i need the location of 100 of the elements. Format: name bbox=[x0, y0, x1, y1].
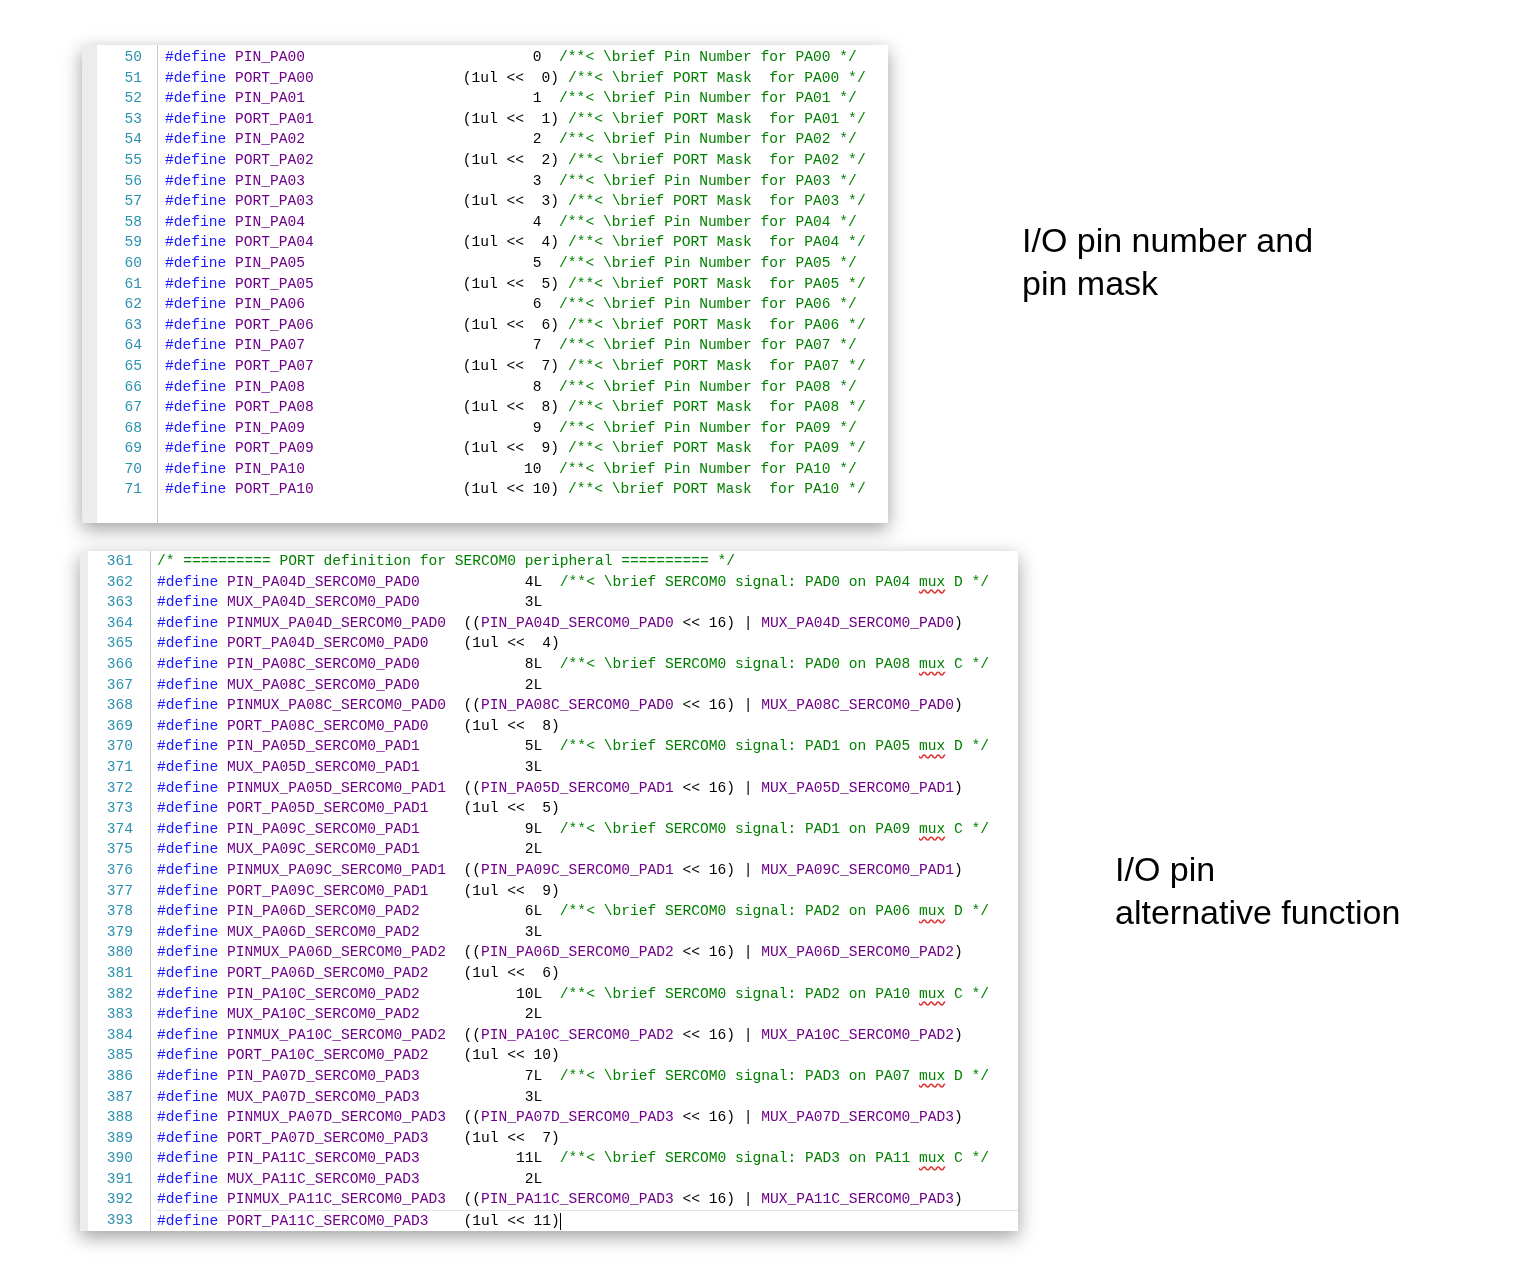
line-number: 373 bbox=[106, 799, 133, 819]
code-line: #define PORT_PA04D_SERCOM0_PAD0 (1ul << 4) bbox=[157, 634, 561, 654]
code-line: #define MUX_PA04D_SERCOM0_PAD0 3L bbox=[157, 593, 544, 613]
code-line: #define PORT_PA10 (1ul << 10) /**< \brief PORT Mask for PA10 */ bbox=[165, 480, 867, 500]
line-number: 371 bbox=[106, 758, 133, 777]
code-line: #define PIN_PA06 6 /**< \brief Pin Number for PA06 */ bbox=[165, 295, 858, 315]
line-number: 70 bbox=[124, 459, 142, 479]
code-line: #define PORT_PA00 (1ul << 0) /**< \brief PORT Mask for PA00 */ bbox=[165, 68, 867, 88]
code-line: #define PIN_PA00 0 /**< \brief Pin Number for PA00 */ bbox=[165, 48, 858, 67]
line-number: 393 bbox=[106, 1211, 133, 1231]
line-number: 364 bbox=[106, 613, 133, 633]
code-line: #define PIN_PA01 1 /**< \brief Pin Number for PA01 */ bbox=[165, 89, 858, 109]
annotation-text: I/O pin number and pin mask bbox=[1022, 220, 1314, 305]
code-line: #define PORT_PA08C_SERCOM0_PAD0 (1ul << 8) bbox=[157, 716, 561, 736]
code-line: #define PIN_PA11C_SERCOM0_PAD3 11L /**< \brief SERCOM0 signal: PAD3 on PA11 mux C */ bbox=[157, 1149, 990, 1169]
code-line: #define PINMUX_PA11C_SERCOM0_PAD3 ((PIN_PA11C_SERCOM0_PAD3 << 16) | MUX_PA11C_SERCOM0_PAD3) bbox=[157, 1190, 964, 1210]
code-line: #define PIN_PA09 9 /**< \brief Pin Number for PA09 */ bbox=[165, 418, 858, 438]
code-line: #define PORT_PA06 (1ul << 6) /**< \brief PORT Mask for PA06 */ bbox=[165, 315, 867, 335]
code-line: /* ========== PORT definition for SERCOM0 peripheral ========== */ bbox=[157, 552, 736, 572]
line-number: 55 bbox=[124, 150, 142, 170]
line-number: 363 bbox=[106, 593, 133, 613]
line-number: 58 bbox=[124, 212, 142, 232]
line-number: 62 bbox=[124, 295, 142, 315]
code-line: #define PIN_PA09C_SERCOM0_PAD1 9L /**< \brief SERCOM0 signal: PAD1 on PA09 mux C */ bbox=[157, 819, 990, 839]
code-line: #define PORT_PA03 (1ul << 3) /**< \brief PORT Mask for PA03 */ bbox=[165, 192, 867, 212]
line-number: 64 bbox=[124, 336, 142, 356]
line-number: 390 bbox=[106, 1149, 133, 1169]
line-number: 63 bbox=[124, 315, 142, 335]
code-line: #define PIN_PA08C_SERCOM0_PAD0 8L /**< \brief SERCOM0 signal: PAD0 on PA08 mux C */ bbox=[157, 655, 990, 675]
line-number: 71 bbox=[124, 480, 142, 500]
code-line: #define PORT_PA06D_SERCOM0_PAD2 (1ul << 6) bbox=[157, 963, 561, 983]
line-number: 52 bbox=[124, 89, 142, 109]
line-number: 368 bbox=[106, 696, 133, 716]
line-number: 369 bbox=[106, 716, 133, 736]
line-number: 65 bbox=[124, 356, 142, 376]
line-number: 59 bbox=[124, 233, 142, 253]
code-line: #define MUX_PA05D_SERCOM0_PAD1 3L bbox=[157, 758, 544, 777]
code-line: #define PIN_PA08 8 /**< \brief Pin Number for PA08 */ bbox=[165, 377, 858, 397]
code-line: #define PIN_PA06D_SERCOM0_PAD2 6L /**< \brief SERCOM0 signal: PAD2 on PA06 mux D */ bbox=[157, 902, 990, 922]
code-line: #define PIN_PA04 4 /**< \brief Pin Number for PA04 */ bbox=[165, 212, 858, 232]
code-line: #define PIN_PA04D_SERCOM0_PAD0 4L /**< \brief SERCOM0 signal: PAD0 on PA04 mux D */ bbox=[157, 572, 990, 592]
code-line: #define PINMUX_PA06D_SERCOM0_PAD2 ((PIN_PA06D_SERCOM0_PAD2 << 16) | MUX_PA06D_SERCOM0_PAD2) bbox=[157, 943, 964, 963]
code-line: #define PIN_PA10C_SERCOM0_PAD2 10L /**< \brief SERCOM0 signal: PAD2 on PA10 mux C */ bbox=[157, 984, 990, 1004]
code-line: #define PORT_PA11C_SERCOM0_PAD3 (1ul << 11) bbox=[157, 1210, 1018, 1231]
line-number: 382 bbox=[106, 984, 133, 1004]
code-line: #define MUX_PA09C_SERCOM0_PAD1 2L bbox=[157, 840, 544, 860]
line-number: 361 bbox=[106, 552, 133, 572]
code-line: #define PORT_PA09C_SERCOM0_PAD1 (1ul << 9) bbox=[157, 881, 561, 901]
code-line: #define PORT_PA05 (1ul << 5) /**< \brief PORT Mask for PA05 */ bbox=[165, 274, 867, 294]
annotation-text: I/O pin alternative function bbox=[1115, 848, 1401, 933]
line-number: 67 bbox=[124, 398, 142, 418]
code-line: #define PINMUX_PA05D_SERCOM0_PAD1 ((PIN_PA05D_SERCOM0_PAD1 << 16) | MUX_PA05D_SERCOM0_PAD1) bbox=[157, 778, 964, 798]
code-line: #define PORT_PA05D_SERCOM0_PAD1 (1ul << 5) bbox=[157, 799, 561, 819]
code-line: #define MUX_PA11C_SERCOM0_PAD3 2L bbox=[157, 1169, 544, 1189]
line-number: 54 bbox=[124, 130, 142, 150]
line-number: 383 bbox=[106, 1005, 133, 1025]
line-number: 381 bbox=[106, 963, 133, 983]
line-number: 66 bbox=[124, 377, 142, 397]
line-number: 379 bbox=[106, 922, 133, 942]
line-number: 376 bbox=[106, 860, 133, 880]
code-line: #define MUX_PA06D_SERCOM0_PAD2 3L bbox=[157, 922, 544, 942]
code-line: #define PIN_PA07D_SERCOM0_PAD3 7L /**< \brief SERCOM0 signal: PAD3 on PA07 mux D */ bbox=[157, 1066, 990, 1086]
line-number: 51 bbox=[124, 68, 142, 88]
code-line: #define PIN_PA07 7 /**< \brief Pin Number for PA07 */ bbox=[165, 336, 858, 356]
line-number: 377 bbox=[106, 881, 133, 901]
code-line: #define PIN_PA05D_SERCOM0_PAD1 5L /**< \brief SERCOM0 signal: PAD1 on PA05 mux D */ bbox=[157, 737, 990, 757]
code-line: #define PINMUX_PA08C_SERCOM0_PAD0 ((PIN_PA08C_SERCOM0_PAD0 << 16) | MUX_PA08C_SERCOM0_PAD0) bbox=[157, 696, 964, 716]
line-number: 389 bbox=[106, 1128, 133, 1148]
code-line: #define PIN_PA05 5 /**< \brief Pin Number for PA05 */ bbox=[165, 253, 858, 273]
code-line: #define PIN_PA10 10 /**< \brief Pin Number for PA10 */ bbox=[165, 459, 858, 479]
code-line: #define MUX_PA10C_SERCOM0_PAD2 2L bbox=[157, 1005, 544, 1025]
code-line: #define PORT_PA04 (1ul << 4) /**< \brief PORT Mask for PA04 */ bbox=[165, 233, 867, 253]
line-number: 374 bbox=[106, 819, 133, 839]
code-line: #define PORT_PA08 (1ul << 8) /**< \brief PORT Mask for PA08 */ bbox=[165, 398, 867, 418]
code-line: #define PINMUX_PA07D_SERCOM0_PAD3 ((PIN_PA07D_SERCOM0_PAD3 << 16) | MUX_PA07D_SERCOM0_PAD3) bbox=[157, 1108, 964, 1128]
line-number: 53 bbox=[124, 109, 142, 129]
line-number: 57 bbox=[124, 192, 142, 212]
line-number: 385 bbox=[106, 1046, 133, 1066]
code-line: #define PORT_PA09 (1ul << 9) /**< \brief PORT Mask for PA09 */ bbox=[165, 439, 867, 459]
code-line: #define PORT_PA07D_SERCOM0_PAD3 (1ul << 7) bbox=[157, 1128, 561, 1148]
code-line: #define MUX_PA08C_SERCOM0_PAD0 2L bbox=[157, 675, 544, 695]
line-number: 56 bbox=[124, 171, 142, 191]
line-number: 388 bbox=[106, 1108, 133, 1128]
line-number: 61 bbox=[124, 274, 142, 294]
code-line: #define PINMUX_PA10C_SERCOM0_PAD2 ((PIN_PA10C_SERCOM0_PAD2 << 16) | MUX_PA10C_SERCOM0_PAD2) bbox=[157, 1025, 964, 1045]
code-line: #define MUX_PA07D_SERCOM0_PAD3 3L bbox=[157, 1087, 544, 1107]
code-line: #define PORT_PA02 (1ul << 2) /**< \brief PORT Mask for PA02 */ bbox=[165, 150, 867, 170]
line-number: 384 bbox=[106, 1025, 133, 1045]
line-number: 375 bbox=[106, 840, 133, 860]
line-number: 367 bbox=[106, 675, 133, 695]
line-number: 378 bbox=[106, 902, 133, 922]
line-number: 391 bbox=[106, 1169, 133, 1189]
line-number: 60 bbox=[124, 253, 142, 273]
line-number: 372 bbox=[106, 778, 133, 798]
line-number: 380 bbox=[106, 943, 133, 963]
code-line: #define PIN_PA03 3 /**< \brief Pin Number for PA03 */ bbox=[165, 171, 858, 191]
line-number: 365 bbox=[106, 634, 133, 654]
line-number: 362 bbox=[106, 572, 133, 592]
line-number: 386 bbox=[106, 1066, 133, 1086]
line-number: 50 bbox=[124, 48, 142, 67]
